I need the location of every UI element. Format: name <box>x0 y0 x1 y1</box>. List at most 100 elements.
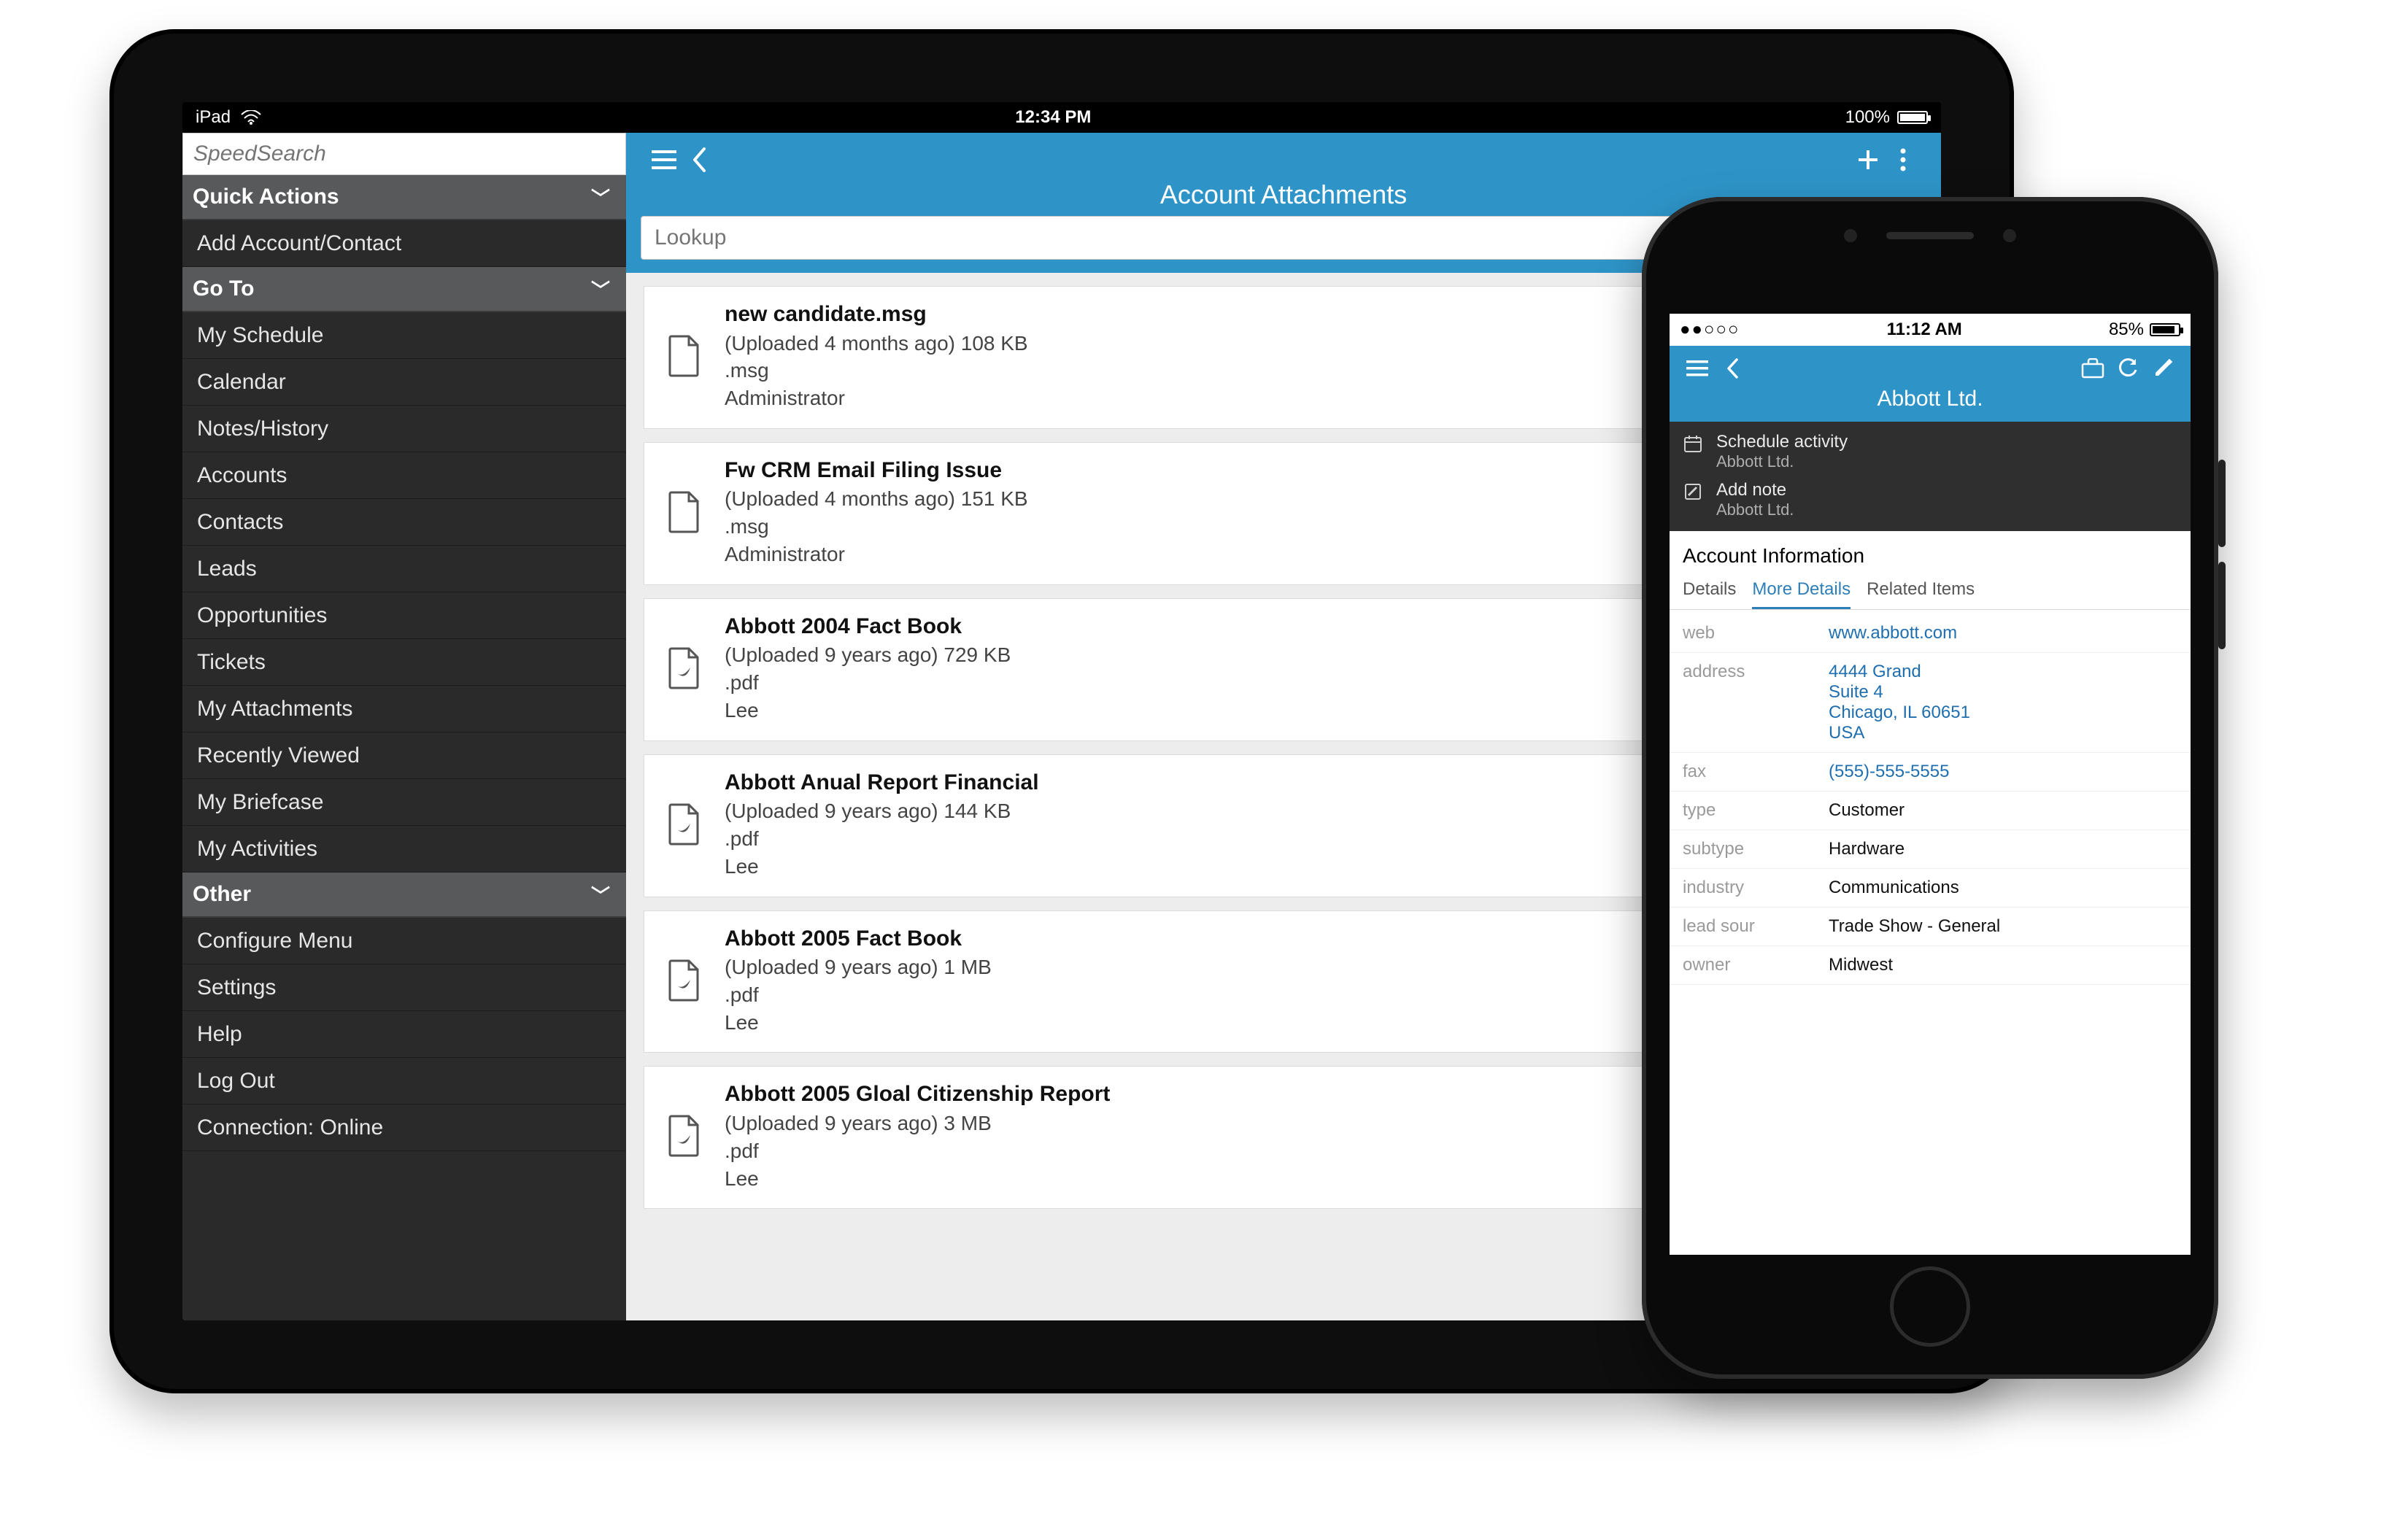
pdf-file-icon <box>662 612 706 724</box>
sidebar-item[interactable]: Leads <box>182 546 626 592</box>
sidebar-item[interactable]: Help <box>182 1011 626 1058</box>
quick-action-primary: Schedule activity <box>1716 432 1848 452</box>
page-title: Abbott Ltd. <box>1680 387 2180 416</box>
detail-row: industryCommunications <box>1670 869 2191 908</box>
iphone-screen: ●●○○○ 11:12 AM 85% <box>1670 314 2191 1255</box>
volume-down-button <box>2218 562 2226 649</box>
attachment-ext: .pdf <box>725 825 1039 853</box>
section-title: Other <box>193 882 251 907</box>
attachment-ext: .pdf <box>725 1137 1110 1165</box>
detail-row: typeCustomer <box>1670 792 2191 830</box>
tab[interactable]: More Details <box>1752 579 1851 609</box>
attachment-user: Lee <box>725 853 1039 881</box>
edit-icon[interactable] <box>2145 351 2180 386</box>
sidebar-item[interactable]: Log Out <box>182 1058 626 1104</box>
status-time: 12:34 PM <box>261 107 1845 128</box>
iphone-status-bar: ●●○○○ 11:12 AM 85% <box>1670 314 2191 346</box>
tabs: Details More Details Related Items <box>1670 575 2191 610</box>
section-title: Account Information <box>1670 531 2191 575</box>
quick-action-secondary: Abbott Ltd. <box>1716 500 1794 519</box>
detail-row[interactable]: fax(555)-555-5555 <box>1670 753 2191 792</box>
speedsearch-field[interactable] <box>182 133 626 175</box>
signal-icon: ●●○○○ <box>1680 320 1740 340</box>
back-button[interactable] <box>682 142 717 177</box>
attachment-title: Abbott 2005 Gloal Citizenship Report <box>725 1080 1110 1110</box>
sidebar-item[interactable]: My Schedule <box>182 312 626 359</box>
attachment-user: Lee <box>725 1165 1110 1193</box>
sidebar-item[interactable]: Connection: Online <box>182 1104 626 1151</box>
attachment-meta: (Uploaded 9 years ago) 1 MB <box>725 953 992 981</box>
add-button[interactable] <box>1851 142 1886 177</box>
attachment-ext: .msg <box>725 357 1028 384</box>
sidebar-item[interactable]: Recently Viewed <box>182 732 626 779</box>
battery-icon <box>2150 323 2180 336</box>
detail-label: subtype <box>1683 839 1829 859</box>
chevron-down-icon: ﹀ <box>591 881 610 908</box>
tab[interactable]: Details <box>1683 579 1736 609</box>
attachment-user: Lee <box>725 1009 992 1037</box>
home-button[interactable] <box>1890 1266 1970 1347</box>
sidebar-section-go-to[interactable]: Go To ﹀ <box>182 267 626 312</box>
sidebar-item[interactable]: Notes/History <box>182 406 626 452</box>
detail-row: subtypeHardware <box>1670 830 2191 869</box>
speedsearch-input[interactable] <box>193 142 615 166</box>
detail-label: web <box>1683 623 1829 643</box>
sidebar-item[interactable]: My Attachments <box>182 686 626 732</box>
sidebar-item[interactable]: Contacts <box>182 499 626 546</box>
detail-label: lead sour <box>1683 916 1829 937</box>
attachment-user: Lee <box>725 697 1011 724</box>
attachment-ext: .pdf <box>725 669 1011 697</box>
file-icon <box>662 300 706 412</box>
detail-value: Customer <box>1829 800 1905 821</box>
refresh-icon[interactable] <box>2110 351 2145 386</box>
pdf-file-icon <box>662 924 706 1037</box>
attachment-body: Abbott 2005 Gloal Citizenship Report(Upl… <box>725 1080 1110 1192</box>
detail-value: Hardware <box>1829 839 1905 859</box>
briefcase-icon[interactable] <box>2075 351 2110 386</box>
sidebar-item[interactable]: My Activities <box>182 826 626 873</box>
detail-value: Trade Show - General <box>1829 916 2000 937</box>
quick-action[interactable]: Add noteAbbott Ltd. <box>1680 476 2180 524</box>
detail-row: lead sourTrade Show - General <box>1670 908 2191 946</box>
sidebar-item[interactable]: Calendar <box>182 359 626 406</box>
sidebar: Quick Actions ﹀ Add Account/Contact Go T… <box>182 133 626 1320</box>
device-label: iPad <box>196 107 231 128</box>
sidebar-item[interactable]: Accounts <box>182 452 626 499</box>
attachment-meta: (Uploaded 4 months ago) 151 KB <box>725 485 1028 513</box>
section-title: Quick Actions <box>193 185 339 209</box>
detail-label: type <box>1683 800 1829 821</box>
detail-label: owner <box>1683 955 1829 975</box>
sidebar-item[interactable]: Add Account/Contact <box>182 220 626 267</box>
attachment-meta: (Uploaded 4 months ago) 108 KB <box>725 330 1028 357</box>
sidebar-section-quick-actions[interactable]: Quick Actions ﹀ <box>182 175 626 220</box>
detail-value: www.abbott.com <box>1829 623 1957 643</box>
pdf-file-icon <box>662 1080 706 1192</box>
sidebar-item[interactable]: Settings <box>182 964 626 1011</box>
overflow-button[interactable] <box>1886 142 1921 177</box>
ipad-status-bar: iPad 12:34 PM 100% <box>182 102 1941 133</box>
tab[interactable]: Related Items <box>1867 579 1975 609</box>
sidebar-item[interactable]: Opportunities <box>182 592 626 639</box>
detail-row[interactable]: address4444 GrandSuite 4Chicago, IL 6065… <box>1670 653 2191 753</box>
attachment-meta: (Uploaded 9 years ago) 3 MB <box>725 1110 1110 1137</box>
detail-row[interactable]: webwww.abbott.com <box>1670 614 2191 653</box>
menu-button[interactable] <box>1680 351 1715 386</box>
sidebar-section-other[interactable]: Other ﹀ <box>182 873 626 918</box>
wifi-icon <box>241 110 261 125</box>
note-icon <box>1680 480 1706 502</box>
attachment-user: Administrator <box>725 384 1028 412</box>
calendar-icon <box>1680 432 1706 454</box>
sidebar-item[interactable]: Configure Menu <box>182 918 626 964</box>
pdf-file-icon <box>662 768 706 881</box>
iphone-earpiece <box>1642 225 2218 247</box>
battery-text: 100% <box>1845 107 1890 128</box>
quick-action[interactable]: Schedule activityAbbott Ltd. <box>1680 428 2180 476</box>
menu-button[interactable] <box>647 142 682 177</box>
back-button[interactable] <box>1715 351 1750 386</box>
detail-value: 4444 GrandSuite 4Chicago, IL 60651USA <box>1829 662 1970 743</box>
attachment-title: Fw CRM Email Filing Issue <box>725 456 1028 486</box>
sidebar-item[interactable]: My Briefcase <box>182 779 626 826</box>
sidebar-item[interactable]: Tickets <box>182 639 626 686</box>
attachment-title: Abbott Anual Report Financial <box>725 768 1039 798</box>
detail-value: Midwest <box>1829 955 1893 975</box>
